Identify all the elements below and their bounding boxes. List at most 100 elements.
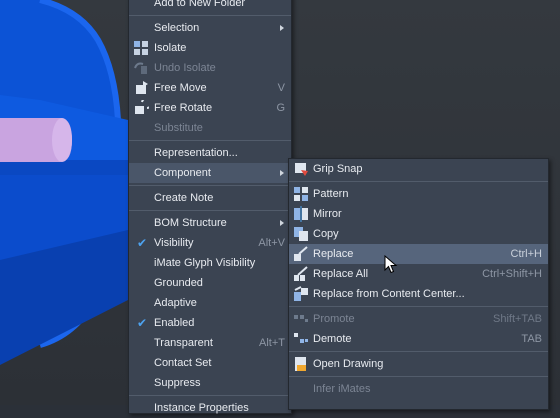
context-menu: Add to New Folder Selection Isolate Undo… — [128, 0, 292, 414]
menu-separator — [289, 181, 548, 182]
menu-item-label: Grounded — [154, 277, 203, 289]
menu-separator — [129, 395, 291, 396]
replace-icon — [294, 246, 308, 261]
menu-item-label: Undo Isolate — [154, 62, 216, 74]
menu-separator — [289, 306, 548, 307]
shortcut-label: V — [277, 82, 285, 94]
menu-item-label: Selection — [154, 22, 200, 34]
menu-item-substitute[interactable]: Substitute — [129, 118, 291, 138]
menu-item-open-drawing[interactable]: Open Drawing — [289, 354, 548, 374]
menu-item-label: Contact Set — [154, 357, 212, 369]
menu-item-label: Substitute — [154, 122, 203, 134]
menu-item-replace-all[interactable]: Replace All Ctrl+Shift+H — [289, 264, 548, 284]
menu-item-label: Enabled — [154, 317, 195, 329]
menu-item-add-to-new-folder[interactable]: Add to New Folder — [129, 0, 291, 13]
checkmark-icon: ✔ — [137, 316, 148, 330]
menu-item-contact-set[interactable]: Contact Set — [129, 353, 291, 373]
menu-item-transparent[interactable]: Transparent Alt+T — [129, 333, 291, 353]
menu-item-infer-imates[interactable]: Infer iMates — [289, 379, 548, 399]
menu-item-grounded[interactable]: Grounded — [129, 273, 291, 293]
menu-item-replace[interactable]: Replace Ctrl+H — [289, 244, 548, 264]
replace-all-icon — [294, 266, 308, 281]
menu-separator — [129, 185, 291, 186]
shortcut-label: Alt+V — [258, 237, 285, 249]
menu-item-label: Replace from Content Center... — [313, 288, 465, 300]
menu-item-suppress[interactable]: Suppress — [129, 373, 291, 393]
menu-item-label: Visibility — [154, 237, 194, 249]
menu-separator — [129, 210, 291, 211]
pattern-icon — [294, 187, 308, 201]
submenu-arrow-icon — [280, 25, 284, 31]
checkmark-icon: ✔ — [137, 236, 148, 250]
menu-item-create-note[interactable]: Create Note — [129, 188, 291, 208]
shortcut-label: Ctrl+H — [510, 248, 542, 260]
menu-item-label: Free Move — [154, 82, 207, 94]
menu-item-label: BOM Structure — [154, 217, 227, 229]
shortcut-label: Shift+TAB — [492, 313, 542, 325]
menu-item-label: Replace All — [313, 268, 369, 280]
menu-item-selection[interactable]: Selection — [129, 18, 291, 38]
content-center-icon — [294, 286, 308, 301]
menu-item-label: Suppress — [154, 377, 201, 389]
menu-item-mirror[interactable]: Mirror — [289, 204, 548, 224]
copy-icon — [294, 227, 308, 241]
grip-snap-icon — [295, 163, 308, 176]
menu-item-label: Open Drawing — [313, 358, 384, 370]
submenu-arrow-icon — [280, 220, 284, 226]
mouse-cursor-icon — [384, 255, 398, 274]
menu-item-promote[interactable]: Promote Shift+TAB — [289, 309, 548, 329]
menu-item-label: Create Note — [154, 192, 214, 204]
menu-item-visibility[interactable]: ✔ Visibility Alt+V — [129, 233, 291, 253]
menu-item-replace-from-content-center[interactable]: Replace from Content Center... — [289, 284, 548, 304]
menu-separator — [129, 15, 291, 16]
menu-item-label: Mirror — [313, 208, 342, 220]
menu-item-label: Adaptive — [154, 297, 197, 309]
menu-item-label: Copy — [313, 228, 339, 240]
shortcut-label: Alt+T — [259, 337, 285, 349]
open-drawing-icon — [295, 357, 306, 371]
menu-item-copy[interactable]: Copy — [289, 224, 548, 244]
menu-item-isolate[interactable]: Isolate — [129, 38, 291, 58]
mirror-icon — [294, 206, 308, 222]
menu-item-label: Replace — [313, 248, 354, 260]
menu-item-bom-structure[interactable]: BOM Structure — [129, 213, 291, 233]
shortcut-label: TAB — [521, 333, 542, 345]
menu-item-label: Instance Properties — [154, 402, 249, 414]
undo-isolate-icon — [134, 62, 147, 74]
menu-item-label: Free Rotate — [154, 102, 213, 114]
menu-item-pattern[interactable]: Pattern — [289, 184, 548, 204]
menu-item-undo-isolate[interactable]: Undo Isolate — [129, 58, 291, 78]
menu-item-free-move[interactable]: Free Move V — [129, 78, 291, 98]
menu-item-demote[interactable]: Demote TAB — [289, 329, 548, 349]
promote-icon — [294, 315, 308, 322]
menu-item-label: Isolate — [154, 42, 187, 54]
menu-separator — [129, 140, 291, 141]
menu-item-label: Component — [154, 167, 211, 179]
menu-item-label: Demote — [313, 333, 352, 345]
free-rotate-icon — [135, 100, 149, 114]
menu-item-imate-glyph-visibility[interactable]: iMate Glyph Visibility — [129, 253, 291, 273]
menu-item-free-rotate[interactable]: Free Rotate G — [129, 98, 291, 118]
isolate-icon — [134, 41, 148, 55]
menu-item-label: Transparent — [154, 337, 213, 349]
demote-icon — [294, 333, 308, 343]
menu-item-label: Representation... — [154, 147, 238, 159]
menu-item-enabled[interactable]: ✔ Enabled — [129, 313, 291, 333]
shortcut-label: Ctrl+Shift+H — [482, 268, 542, 280]
menu-item-component[interactable]: Component — [129, 163, 291, 183]
free-move-icon — [136, 81, 148, 94]
menu-item-label: iMate Glyph Visibility — [154, 257, 256, 269]
menu-item-label: Add to New Folder — [154, 0, 246, 9]
submenu-arrow-icon — [280, 170, 284, 176]
component-submenu: Grip Snap Pattern Mirror Copy Replace Ct… — [288, 158, 549, 410]
shortcut-label: G — [276, 102, 285, 114]
menu-item-grip-snap[interactable]: Grip Snap — [289, 159, 548, 179]
menu-item-adaptive[interactable]: Adaptive — [129, 293, 291, 313]
menu-item-representation[interactable]: Representation... — [129, 143, 291, 163]
menu-separator — [289, 351, 548, 352]
menu-item-label: Pattern — [313, 188, 349, 200]
menu-item-instance-properties[interactable]: Instance Properties — [129, 398, 291, 418]
menu-item-label: Grip Snap — [313, 163, 363, 175]
menu-item-label: Infer iMates — [313, 383, 371, 395]
menu-separator — [289, 376, 548, 377]
